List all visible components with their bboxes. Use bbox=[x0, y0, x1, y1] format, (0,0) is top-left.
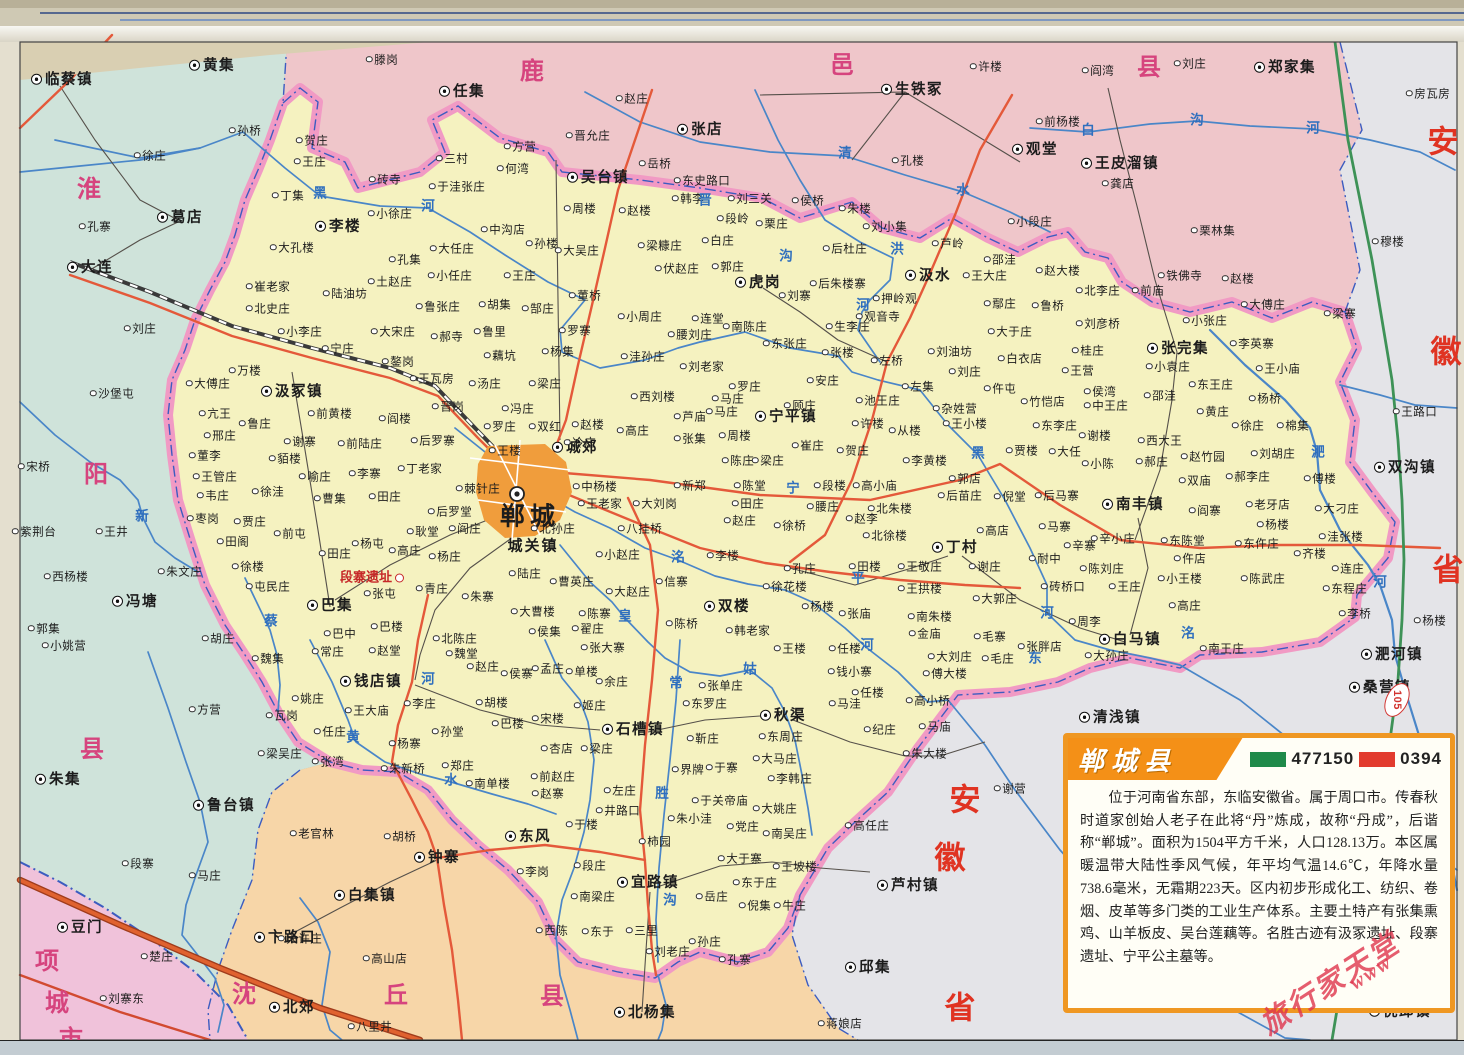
postal-code-swatch bbox=[1250, 752, 1286, 767]
info-box-header: 郸城县 477150 0394 bbox=[1068, 738, 1450, 780]
info-box-codes: 477150 0394 bbox=[1216, 738, 1450, 780]
county-info-box: 郸城县 477150 0394 位于河南省东部，东临安徽省。属于周口市。传春秋时… bbox=[1063, 733, 1455, 1013]
info-box-description: 位于河南省东部，东临安徽省。属于周口市。传春秋时道家创始人老子在此将“丹”炼成，… bbox=[1068, 780, 1450, 969]
area-code-swatch bbox=[1359, 752, 1395, 767]
area-code: 0394 bbox=[1400, 749, 1442, 769]
map-page: 郸城城关镇任集黄集临蔡镇葛店大连李楼吴台镇张店生铁冢观堂王皮溜镇郑家集汲冢镇城郊… bbox=[0, 0, 1464, 1054]
postal-code: 477150 bbox=[1291, 749, 1354, 769]
page-edge-bottom bbox=[0, 1040, 1464, 1055]
info-box-title: 郸城县 bbox=[1068, 741, 1177, 778]
